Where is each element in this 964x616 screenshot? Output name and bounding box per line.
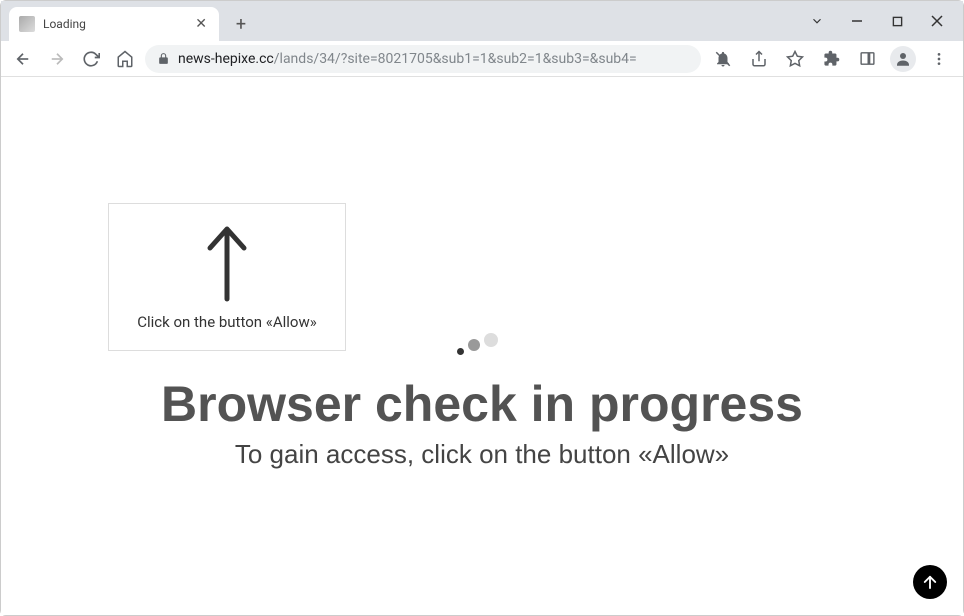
new-tab-button[interactable]: +	[227, 10, 255, 38]
scroll-top-button[interactable]	[913, 565, 947, 599]
url-text: news-hepixe.cc/lands/34/?site=8021705&su…	[178, 51, 637, 67]
menu-button[interactable]	[923, 45, 955, 73]
callout-text: Click on the button «Allow»	[137, 313, 317, 331]
bookmark-star-icon[interactable]	[779, 45, 811, 73]
favicon-icon	[19, 16, 35, 32]
lock-icon	[157, 52, 170, 65]
forward-button[interactable]	[43, 45, 71, 73]
maximize-button[interactable]	[877, 1, 917, 41]
window-controls	[797, 1, 963, 41]
address-bar[interactable]: news-hepixe.cc/lands/34/?site=8021705&su…	[145, 45, 701, 73]
allow-callout-box: Click on the button «Allow»	[108, 203, 346, 351]
window-close-button[interactable]	[917, 1, 957, 41]
notifications-muted-icon[interactable]	[707, 45, 739, 73]
close-icon[interactable]: ✕	[193, 15, 209, 33]
toolbar-icons	[707, 45, 955, 73]
back-button[interactable]	[9, 45, 37, 73]
page-subtitle: To gain access, click on the button «All…	[235, 439, 729, 470]
loading-dot-icon	[457, 348, 464, 355]
arrow-up-icon	[202, 223, 252, 303]
profile-button[interactable]	[887, 45, 919, 73]
side-panel-icon[interactable]	[851, 45, 883, 73]
extensions-icon[interactable]	[815, 45, 847, 73]
loading-indicator	[457, 333, 498, 355]
active-tab[interactable]: Loading ✕	[9, 7, 219, 41]
tab-title: Loading	[43, 17, 185, 31]
page-content: Click on the button «Allow» Browser chec…	[1, 77, 963, 615]
browser-toolbar: news-hepixe.cc/lands/34/?site=8021705&su…	[1, 41, 963, 77]
page-title: Browser check in progress	[161, 375, 803, 433]
minimize-button[interactable]	[837, 1, 877, 41]
reload-button[interactable]	[77, 45, 105, 73]
tab-strip: Loading ✕ +	[1, 1, 963, 41]
loading-dot-icon	[468, 339, 480, 351]
loading-dot-icon	[484, 333, 498, 347]
share-icon[interactable]	[743, 45, 775, 73]
chevron-down-icon[interactable]	[797, 1, 837, 41]
home-button[interactable]	[111, 45, 139, 73]
avatar-icon	[890, 46, 916, 72]
